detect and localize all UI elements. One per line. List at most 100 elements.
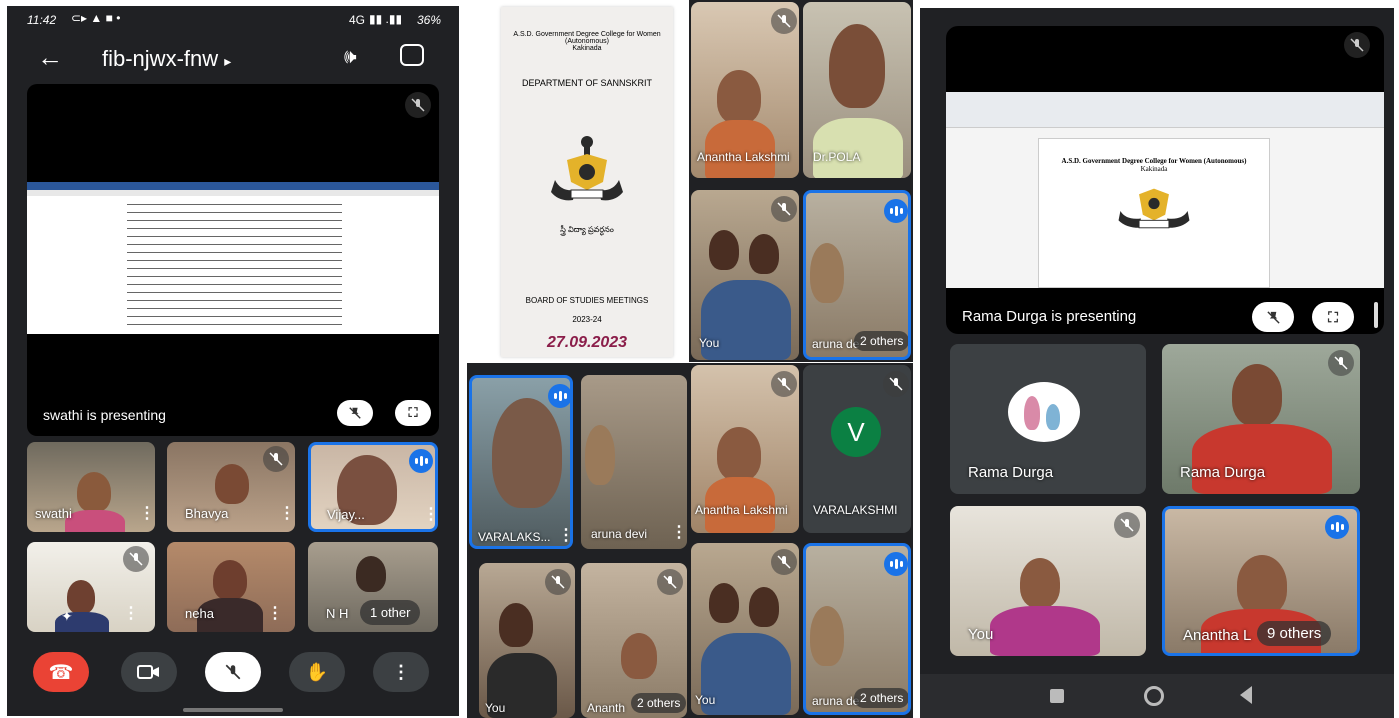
participant-name: VARALAKS... <box>478 530 551 544</box>
word-ribbon <box>27 190 439 196</box>
participant-tile[interactable]: VARALAKS... ⋮ <box>469 375 573 549</box>
document-page: A.S.D. Government Degree College for Wom… <box>501 7 673 357</box>
participant-tile[interactable]: aruna de 2 others <box>803 190 911 360</box>
avatar-figure <box>1046 404 1060 430</box>
avatar: V <box>831 407 881 457</box>
raise-hand-button[interactable]: ✋ <box>289 652 345 692</box>
mic-button[interactable] <box>205 652 261 692</box>
speaking-indicator-icon <box>884 552 908 576</box>
participant-tile[interactable]: Anantha Lakshmi <box>691 2 799 178</box>
meeting-code[interactable]: fib-njwx-fnw ▸ <box>102 46 231 72</box>
college-name: A.S.D. Government Degree College for Wom… <box>513 31 661 45</box>
fullscreen-button[interactable]: ⛶ <box>395 400 431 426</box>
more-options-button[interactable]: ⋮ <box>373 652 429 692</box>
college-emblem <box>551 136 623 201</box>
participant-face <box>1237 555 1287 615</box>
mic-off-icon <box>1328 350 1354 376</box>
recents-icon[interactable] <box>1050 689 1064 703</box>
participant-body <box>1192 424 1332 494</box>
document-text-lines <box>127 200 342 330</box>
participant-tile[interactable]: aruna de 2 others <box>803 543 911 715</box>
document-page: A.S.D. Government Degree College for Wom… <box>1038 138 1270 288</box>
participant-tile[interactable]: You <box>691 190 799 360</box>
others-chip[interactable]: 2 others <box>631 693 687 713</box>
participant-name: aruna devi <box>591 527 648 541</box>
mic-off-icon <box>405 92 431 118</box>
participant-tile[interactable]: aruna devi ⋮ <box>581 375 687 549</box>
more-options-icon[interactable]: ⋮ <box>279 506 295 522</box>
participant-tile[interactable]: N H 1 other <box>308 542 438 632</box>
others-chip[interactable]: 9 others <box>1257 621 1332 646</box>
unpin-button[interactable] <box>1252 302 1294 332</box>
back-arrow-icon[interactable]: ← <box>37 42 63 73</box>
mic-off-icon <box>263 446 289 472</box>
participant-tile[interactable]: ✦ ⋮ <box>27 542 155 632</box>
participant-tile[interactable]: Rama Durga <box>1162 344 1360 494</box>
others-chip[interactable]: 2 others <box>854 688 908 708</box>
avatar-figure <box>1024 396 1040 430</box>
participant-name: You <box>968 626 994 643</box>
participant-face <box>749 234 779 274</box>
mic-off-icon <box>123 546 149 572</box>
participant-face <box>621 633 657 679</box>
status-time: 11:42 <box>27 13 57 27</box>
signal-icon: ▮▮ .▮▮ <box>369 12 403 26</box>
camera-button[interactable] <box>121 652 177 692</box>
participant-tile[interactable]: neha ⋮ <box>167 542 295 632</box>
participant-name: N H <box>326 606 349 621</box>
participant-tile[interactable]: Anantha L 9 others <box>1162 506 1360 656</box>
effects-icon[interactable]: ✦ <box>61 608 73 625</box>
mic-off-icon <box>1114 512 1140 538</box>
mic-off-icon <box>771 549 797 575</box>
participant-tile[interactable]: Dr.POLA <box>803 2 911 178</box>
meeting-code-text: fib-njwx-fnw <box>102 46 219 71</box>
participant-name: Dr.POLA <box>813 150 861 164</box>
participant-tile[interactable]: You <box>691 543 799 715</box>
participant-face <box>492 398 562 508</box>
participant-tile[interactable]: You <box>479 563 575 718</box>
unpin-button[interactable] <box>337 400 373 426</box>
back-icon[interactable] <box>1240 686 1252 704</box>
fullscreen-button[interactable]: ⛶ <box>1312 302 1354 332</box>
participant-tile[interactable]: Bhavya ⋮ <box>167 442 295 532</box>
meeting-title: BOARD OF STUDIES MEETINGS <box>525 296 649 305</box>
participant-body <box>813 118 903 178</box>
shared-document <box>27 182 439 334</box>
others-chip[interactable]: 1 other <box>360 600 421 625</box>
participant-name: Ananth <box>587 701 626 715</box>
mic-off-icon <box>883 371 909 397</box>
word-toolbar <box>946 92 1384 128</box>
participant-tile[interactable]: V VARALAKSHMI <box>803 365 911 533</box>
participant-tile[interactable]: swathi ⋮ <box>27 442 155 532</box>
participant-name: Rama Durga <box>1180 464 1266 481</box>
participant-face <box>585 425 615 485</box>
others-chip[interactable]: 2 others <box>854 331 908 351</box>
participant-tile[interactable]: Anantha Lakshmi <box>691 365 799 533</box>
switch-camera-icon[interactable] <box>400 44 424 66</box>
mic-off-icon <box>771 371 797 397</box>
speaking-indicator-icon <box>409 449 433 473</box>
participant-face <box>215 464 249 504</box>
document-cover-photo: A.S.D. Government Degree College for Wom… <box>467 0 687 362</box>
word-titlebar <box>27 182 439 190</box>
left-phone-screen: 11:42 ⊂▸ ▲ ■ • 4G ▮▮ .▮▮ 36% ← fib-njwx-… <box>7 6 459 716</box>
more-options-icon[interactable]: ⋮ <box>671 525 687 541</box>
more-options-icon[interactable]: ⋮ <box>123 606 139 622</box>
participant-face <box>829 24 885 108</box>
participant-tile[interactable]: Vijay... ⋮ <box>308 442 438 532</box>
participant-tile[interactable]: Rama Durga <box>950 344 1146 494</box>
more-options-icon[interactable]: ⋮ <box>139 506 155 522</box>
participant-face <box>77 472 111 512</box>
more-options-icon[interactable]: ⋮ <box>558 528 570 544</box>
participant-tile[interactable]: You <box>950 506 1146 656</box>
participant-name: aruna de <box>812 694 860 708</box>
home-icon[interactable] <box>1144 686 1164 706</box>
end-call-button[interactable]: ☎ <box>33 652 89 692</box>
participant-name: Anantha Lakshmi <box>695 503 788 517</box>
participant-name: VARALAKSHMI <box>813 503 898 517</box>
more-options-icon[interactable]: ⋮ <box>267 606 283 622</box>
scrollbar[interactable] <box>1374 302 1378 328</box>
more-options-icon[interactable]: ⋮ <box>423 507 435 523</box>
participant-tile[interactable]: Ananth 2 others <box>581 563 687 718</box>
speaker-icon[interactable]: 🕪 <box>344 46 357 69</box>
